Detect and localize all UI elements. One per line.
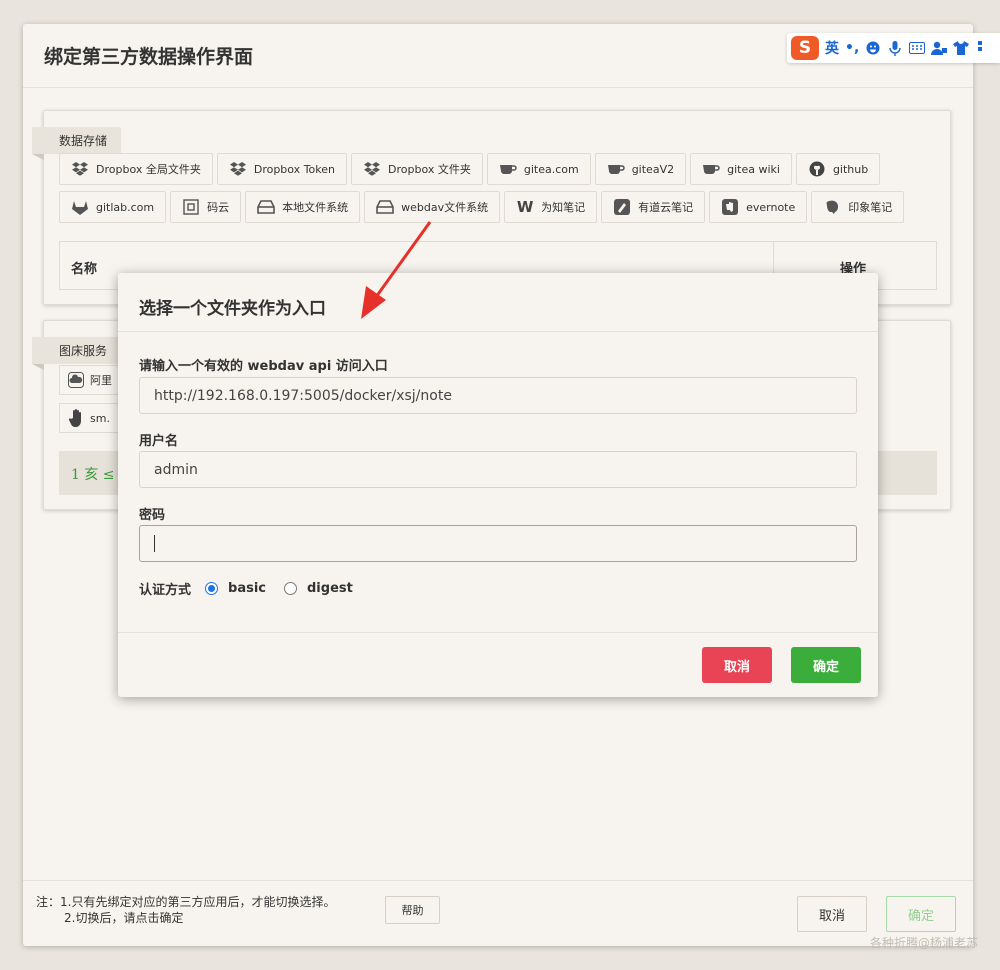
service-label: 为知笔记 — [541, 201, 586, 214]
url-label: 请输入一个有效的 webdav api 访问入口 — [139, 359, 388, 374]
youdao-icon — [613, 198, 631, 216]
service-label: 本地文件系统 — [282, 201, 349, 214]
footer-ok-button[interactable]: 确定 — [886, 896, 956, 932]
drive-icon — [257, 198, 275, 216]
divider — [118, 331, 878, 332]
service-label: 印象笔记 — [848, 201, 893, 214]
service-label: Dropbox 文件夹 — [388, 163, 471, 176]
service-label: 阿里 — [90, 374, 112, 387]
username-label: 用户名 — [139, 434, 179, 449]
column-header-name: 名称 — [71, 262, 98, 277]
service-yinxiang[interactable]: 印象笔记 — [811, 191, 905, 223]
storage-row-1: Dropbox 全局文件夹 Dropbox Token Dropbox 文件夹 … — [59, 153, 881, 185]
service-label: 码云 — [207, 201, 230, 214]
sogou-logo-icon[interactable]: S — [791, 36, 819, 60]
storage-row-2: gitlab.com 码云 本地文件系统 webdav文件系统 W 为知笔记 有道… — [59, 191, 905, 223]
service-gitea-com[interactable]: gitea.com — [486, 153, 591, 185]
ime-toolbar: S 英 •, — [787, 33, 1000, 63]
dialog-title: 选择一个文件夹作为入口 — [139, 299, 326, 319]
note-line-2: 2.切换后，请点击确定 — [64, 911, 184, 925]
service-label: gitea wiki — [727, 162, 780, 176]
gitea-icon — [702, 160, 720, 178]
service-gitea-wiki[interactable]: gitea wiki — [690, 153, 792, 185]
github-icon — [808, 160, 826, 178]
service-local-fs[interactable]: 本地文件系统 — [245, 191, 361, 223]
radio-digest-label[interactable]: digest — [307, 581, 353, 596]
service-wiz-note[interactable]: W 为知笔记 — [504, 191, 598, 223]
password-input[interactable] — [139, 525, 857, 562]
auth-method-label: 认证方式 — [139, 583, 192, 598]
elephant-icon — [823, 198, 841, 216]
gitea-icon — [607, 160, 625, 178]
dropbox-icon — [363, 160, 381, 178]
service-dropbox-global[interactable]: Dropbox 全局文件夹 — [59, 153, 213, 185]
hand-icon — [68, 409, 84, 427]
service-label: sm. — [90, 411, 110, 425]
wiz-icon: W — [516, 198, 534, 216]
radio-basic[interactable] — [205, 582, 219, 595]
user-icon[interactable] — [931, 40, 948, 56]
webdav-folder-dialog: 选择一个文件夹作为入口 请输入一个有效的 webdav api 访问入口 htt… — [118, 273, 878, 697]
dropbox-icon — [229, 160, 247, 178]
ime-mode-toggle[interactable]: 英 — [825, 38, 839, 58]
password-label: 密码 — [139, 508, 166, 523]
grid-menu-icon[interactable] — [975, 40, 991, 56]
service-label: Dropbox 全局文件夹 — [96, 163, 201, 176]
microphone-icon[interactable] — [887, 40, 903, 56]
service-label: 有道云笔记 — [638, 201, 694, 214]
webdav-url-input[interactable]: http://192.168.0.197:5005/docker/xsj/not… — [139, 377, 857, 414]
divider — [118, 632, 878, 633]
dialog-ok-button[interactable]: 确定 — [791, 647, 861, 683]
auth-method-group: 认证方式 basic digest — [139, 579, 357, 598]
service-evernote[interactable]: evernote — [709, 191, 808, 223]
emoji-icon[interactable] — [865, 40, 881, 56]
watermark: 各种折腾@杨浦老苏 — [869, 936, 978, 950]
service-label: gitea.com — [523, 162, 579, 176]
footer-cancel-button[interactable]: 取消 — [797, 896, 867, 932]
service-gitlab[interactable]: gitlab.com — [59, 191, 167, 223]
service-label: evernote — [746, 200, 796, 214]
service-github[interactable]: github — [795, 153, 881, 185]
ime-punct-toggle[interactable]: •, — [845, 40, 859, 56]
service-youdao-note[interactable]: 有道云笔记 — [601, 191, 706, 223]
service-dropbox-token[interactable]: Dropbox Token — [216, 153, 347, 185]
service-gitee[interactable]: 码云 — [170, 191, 242, 223]
drive-icon — [376, 198, 394, 216]
evernote-icon — [721, 198, 739, 216]
gitea-icon — [499, 160, 517, 178]
note-line-1: 注：1.只有先绑定对应的第三方应用后，才能切换选择。 — [36, 895, 336, 909]
radio-basic-label[interactable]: basic — [228, 581, 266, 596]
help-button[interactable]: 帮助 — [385, 896, 440, 924]
service-webdav-fs[interactable]: webdav文件系统 — [364, 191, 501, 223]
divider — [23, 880, 973, 881]
footer-note: 注：1.只有先绑定对应的第三方应用后，才能切换选择。 2.切换后，请点击确定 — [36, 894, 335, 926]
service-label: giteaV2 — [631, 162, 675, 176]
status-text: 1 亥 ≤ — [71, 467, 115, 483]
keyboard-icon[interactable] — [909, 40, 926, 56]
service-label: github — [832, 162, 869, 176]
cloud-icon — [68, 372, 84, 388]
gitlab-icon — [71, 198, 89, 216]
section-label-data-storage: 数据存储 — [32, 127, 122, 160]
service-label: webdav文件系统 — [401, 201, 489, 214]
service-label: Dropbox Token — [253, 162, 335, 176]
dropbox-icon — [71, 160, 89, 178]
page-title: 绑定第三方数据操作界面 — [44, 46, 254, 68]
text-caret — [154, 535, 155, 552]
gitee-icon — [182, 198, 200, 216]
radio-digest[interactable] — [284, 582, 297, 595]
skin-icon[interactable] — [953, 40, 970, 56]
service-dropbox-folder[interactable]: Dropbox 文件夹 — [351, 153, 483, 185]
service-gitea-v2[interactable]: giteaV2 — [594, 153, 687, 185]
username-input[interactable]: admin — [139, 451, 857, 488]
dialog-cancel-button[interactable]: 取消 — [702, 647, 772, 683]
service-label: gitlab.com — [96, 200, 155, 214]
divider — [23, 87, 973, 88]
section-label-image-host: 图床服务 — [32, 337, 122, 370]
